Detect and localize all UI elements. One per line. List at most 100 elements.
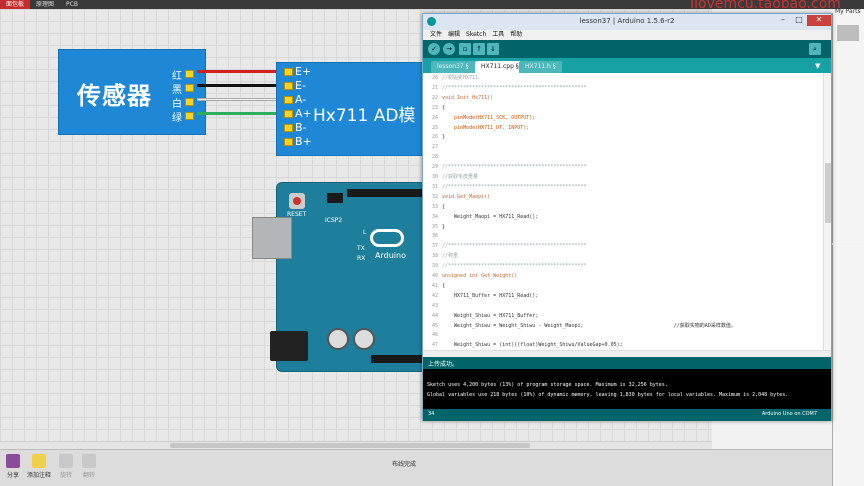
ide-titlebar[interactable]: lesson37 | Arduino 1.5.6-r2 – □ ✕: [423, 14, 831, 30]
share-tool[interactable]: 分享: [0, 454, 26, 479]
tab-lesson37[interactable]: lesson37 §: [431, 61, 475, 73]
code-line[interactable]: 36: [423, 231, 823, 241]
part-thumbnail[interactable]: [837, 25, 859, 41]
flip-icon: [82, 454, 96, 468]
code-line[interactable]: 27: [423, 142, 823, 152]
save-sketch-icon[interactable]: ↓: [487, 43, 499, 55]
upload-icon[interactable]: →: [443, 43, 455, 55]
line-number: 26: [431, 134, 438, 141]
tab-schematic[interactable]: 原理图: [30, 0, 60, 9]
code-line[interactable]: 20 //初始化HX711: [423, 73, 823, 83]
editor-hscrollbar[interactable]: [423, 350, 831, 357]
code-line[interactable]: 30 //获取毛皮重量: [423, 172, 823, 182]
menu-file[interactable]: 文件: [427, 30, 445, 40]
hx711-module[interactable]: E+ E- A- A+ B- B+ Hx711 AD模: [276, 62, 426, 156]
line-number: 44: [431, 312, 438, 319]
inspector-panel[interactable]: [832, 245, 864, 486]
code-line[interactable]: 39 //************************************…: [423, 261, 823, 271]
tab-hx711-cpp[interactable]: HX711.cpp §: [475, 61, 525, 73]
code-text: Weight_Maopi = HX711_Read();: [442, 213, 539, 220]
close-button[interactable]: ✕: [807, 15, 831, 26]
arduino-ide-window[interactable]: lesson37 | Arduino 1.5.6-r2 – □ ✕ 文件 编辑 …: [422, 13, 832, 421]
rotate-icon: [59, 454, 73, 468]
add-note-tool[interactable]: 添加注释: [26, 454, 52, 479]
serial-monitor-icon[interactable]: ⌕: [809, 43, 821, 55]
code-line[interactable]: 44 Weight_Shiwu = HX711_Buffer;: [423, 311, 823, 321]
code-text: //**************************************…: [442, 183, 587, 190]
code-line[interactable]: 33 {: [423, 202, 823, 212]
editor-scroll-thumb[interactable]: [825, 163, 831, 223]
line-number: 40: [431, 273, 438, 279]
parts-panel[interactable]: My Parts: [832, 8, 864, 243]
verify-icon[interactable]: ✓: [428, 43, 440, 55]
code-line[interactable]: 47 Weight_Shiwu = (int)((float)Weight_Sh…: [423, 340, 823, 350]
code-line[interactable]: 35}: [423, 222, 823, 232]
tab-breadboard[interactable]: 面包板: [0, 0, 31, 9]
usb-port: [252, 217, 292, 259]
code-line[interactable]: 34 Weight_Maopi = HX711_Read();: [423, 212, 823, 222]
sensor-part[interactable]: 传感器 红 黑 白 绿: [58, 49, 206, 135]
menu-edit[interactable]: 编辑: [445, 30, 463, 40]
wire-black[interactable]: [197, 84, 283, 87]
code-line[interactable]: 37 //************************************…: [423, 241, 823, 251]
wire-red[interactable]: [197, 70, 283, 73]
hx711-pin-a-minus: A-: [295, 93, 307, 106]
code-text: HX711_Buffer = HX711_Read();: [442, 292, 539, 299]
code-line[interactable]: 45 Weight_Shiwu = Weight_Shiwu - Weight_…: [423, 321, 823, 331]
code-line[interactable]: 41 {: [423, 281, 823, 291]
line-number: 37: [431, 243, 438, 250]
canvas-scroll-thumb[interactable]: [170, 443, 530, 448]
maximize-button[interactable]: □: [791, 15, 807, 26]
tabs-menu-icon[interactable]: ▼: [815, 62, 823, 70]
code-line[interactable]: 29 //************************************…: [423, 162, 823, 172]
menu-tools[interactable]: 工具: [489, 30, 507, 40]
code-line[interactable]: 42 HX711_Buffer = HX711_Read();: [423, 291, 823, 301]
code-line[interactable]: 28: [423, 152, 823, 162]
code-line[interactable]: 23 {: [423, 103, 823, 113]
code-line[interactable]: 21 //************************************…: [423, 83, 823, 93]
code-text: //**************************************…: [442, 263, 587, 270]
code-line[interactable]: 25 pinMode(HX711_DT, INPUT);: [423, 123, 823, 133]
line-number: 34: [431, 213, 438, 220]
wire-color-white: 白: [172, 99, 182, 110]
code-line[interactable]: 24 pinMode(HX711_SCK, OUTPUT);: [423, 113, 823, 123]
code-line[interactable]: 26}: [423, 132, 823, 142]
tab-hx711-h[interactable]: HX711.h §: [519, 61, 562, 73]
add-note-label: 添加注释: [26, 472, 51, 479]
capacitor: [327, 328, 349, 350]
wire-white[interactable]: [197, 98, 283, 101]
code-text: pinMode(HX711_SCK, OUTPUT);: [442, 114, 536, 121]
code-text: Weight_Shiwu = (int)((float)Weight_Shiwu…: [442, 342, 623, 349]
wire-color-green: 绿: [172, 113, 182, 124]
line-number: 35: [431, 223, 438, 230]
code-line[interactable]: 40 unsigned int Get_Weight(): [423, 271, 823, 281]
code-line[interactable]: 31 //************************************…: [423, 182, 823, 192]
flip-tool[interactable]: 翻转: [76, 454, 102, 479]
hx711-label: Hx711 AD模: [313, 106, 416, 126]
code-line[interactable]: 46: [423, 330, 823, 340]
open-sketch-icon[interactable]: ↑: [473, 43, 485, 55]
reset-button[interactable]: [289, 193, 305, 209]
new-sketch-icon[interactable]: ▫: [459, 43, 471, 55]
tab-pcb[interactable]: PCB: [60, 0, 84, 9]
line-number: 36: [431, 233, 438, 240]
menu-sketch[interactable]: Sketch: [463, 30, 489, 40]
code-line[interactable]: 22 void Init_Hx711(): [423, 93, 823, 103]
canvas-hscrollbar[interactable]: [0, 441, 712, 449]
code-line[interactable]: 32 void Get_Maopi(): [423, 192, 823, 202]
wire-green[interactable]: [197, 112, 283, 115]
editor-vscrollbar[interactable]: [823, 73, 831, 350]
code-line[interactable]: 38 //称重: [423, 251, 823, 261]
code-editor[interactable]: 20 //初始化HX711 21 //************************…: [423, 73, 831, 350]
rotate-label: 旋转: [59, 472, 72, 479]
console-output[interactable]: Sketch uses 4,200 bytes (13%) of program…: [423, 369, 831, 409]
menu-help[interactable]: 帮助: [507, 30, 525, 40]
code-text: }: [442, 223, 446, 230]
line-number: 38: [431, 253, 438, 260]
hx711-pin-pad: [284, 82, 293, 90]
code-text: //**************************************…: [442, 243, 587, 250]
led-l-label: L: [363, 229, 367, 236]
minimize-button[interactable]: –: [775, 15, 791, 26]
code-line[interactable]: 43: [423, 301, 823, 311]
led-rx-label: RX: [357, 255, 366, 262]
